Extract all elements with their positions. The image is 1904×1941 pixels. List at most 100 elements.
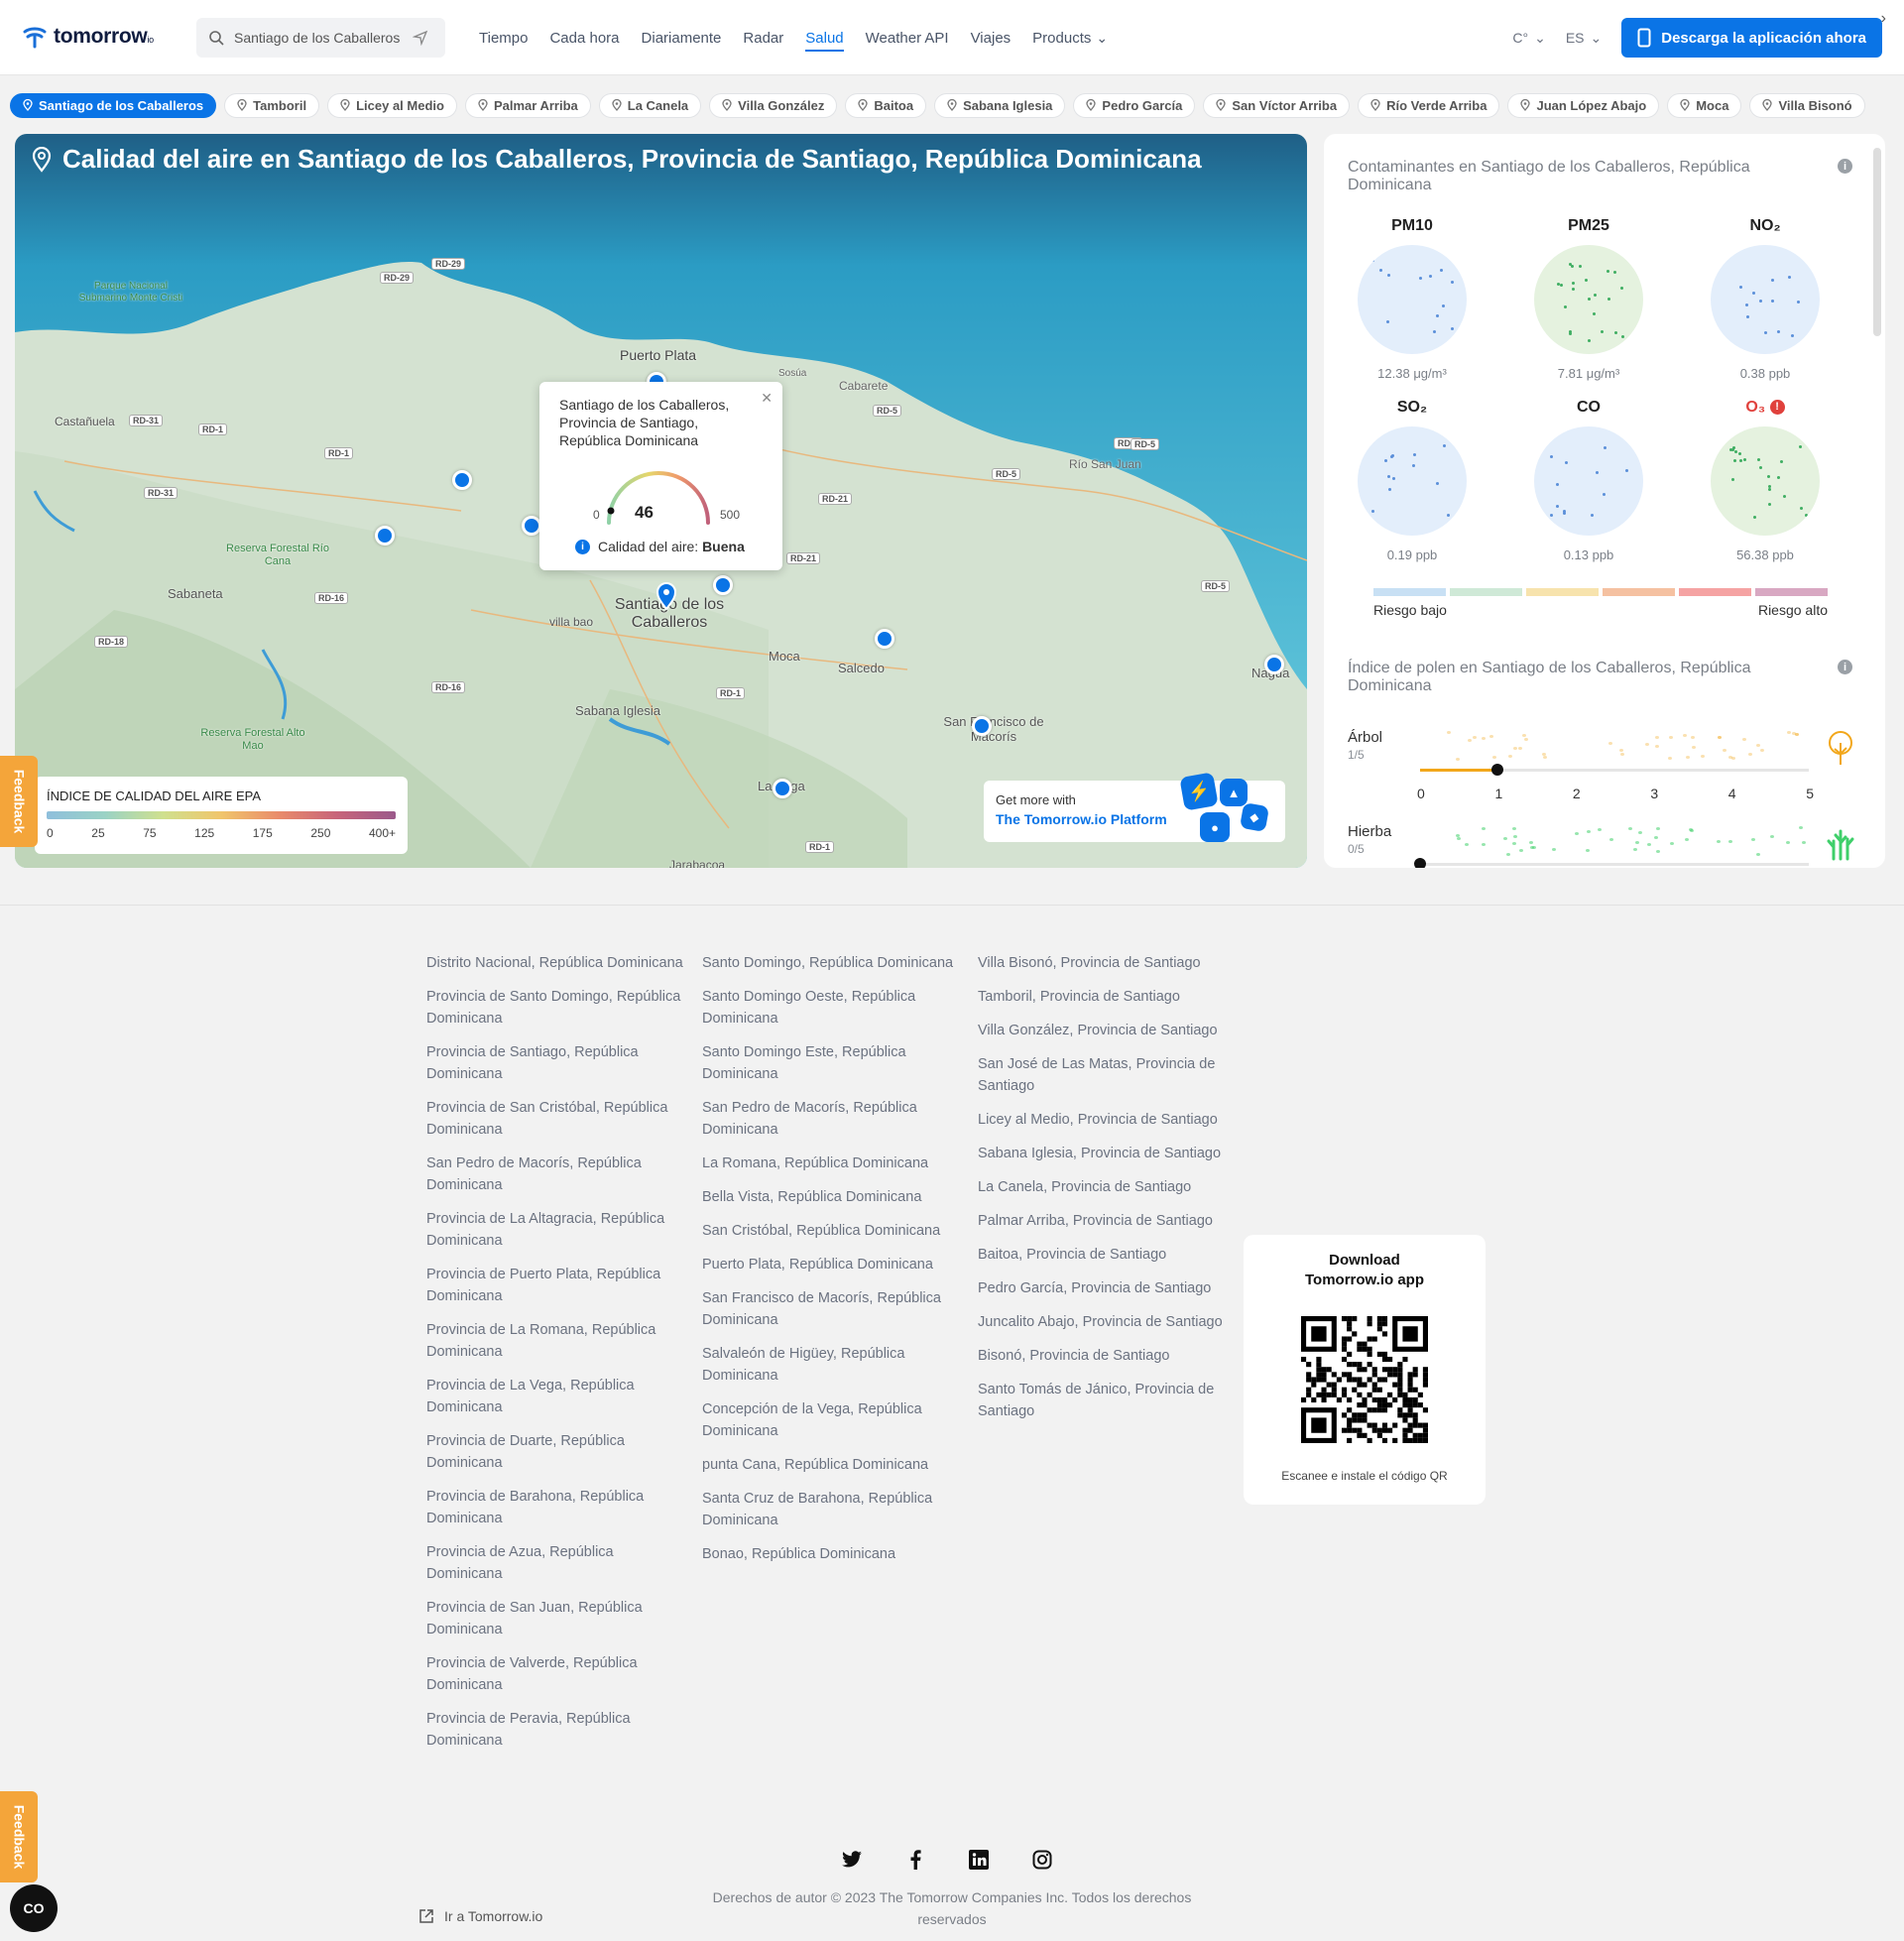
footer-location-link[interactable]: Puerto Plata, República Dominicana <box>702 1254 960 1275</box>
platform-promo[interactable]: Get more with The Tomorrow.io Platform ⚡… <box>984 772 1285 842</box>
selected-location-pin-icon[interactable] <box>655 582 677 615</box>
twitter-icon[interactable] <box>841 1849 863 1871</box>
nav-salud[interactable]: Salud <box>794 0 854 75</box>
goto-tomorrow-link[interactable]: Ir a Tomorrow.io <box>418 1908 542 1924</box>
close-icon[interactable]: ✕ <box>761 390 773 407</box>
footer-location-link[interactable]: Provincia de Santo Domingo, República Do… <box>426 986 684 1030</box>
location-chip[interactable]: Sabana Iglesia <box>934 92 1066 118</box>
footer-location-link[interactable]: Villa González, Provincia de Santiago <box>978 1020 1236 1041</box>
nav-viajes[interactable]: Viajes <box>960 0 1022 75</box>
air-quality-map[interactable]: Calidad del aire en Santiago de los Caba… <box>15 134 1307 868</box>
footer-location-link[interactable]: San José de Las Matas, Provincia de Sant… <box>978 1053 1236 1097</box>
footer-location-link[interactable]: San Pedro de Macorís, República Dominica… <box>702 1097 960 1141</box>
footer-location-link[interactable]: Sabana Iglesia, Provincia de Santiago <box>978 1143 1236 1164</box>
road-label: RD-16 <box>431 681 466 693</box>
footer-location-link[interactable]: Santo Domingo Este, República Dominicana <box>702 1041 960 1085</box>
chevron-right-icon[interactable]: › <box>1881 10 1886 28</box>
footer-location-link[interactable]: Provincia de La Vega, República Dominica… <box>426 1375 684 1418</box>
language-select[interactable]: ES ⌄ <box>1566 30 1602 47</box>
location-chip[interactable]: Baitoa <box>845 92 927 118</box>
footer-location-link[interactable]: Palmar Arriba, Provincia de Santiago <box>978 1210 1236 1232</box>
footer-location-link[interactable]: Provincia de Duarte, República Dominican… <box>426 1430 684 1474</box>
footer-location-link[interactable]: Provincia de Barahona, República Dominic… <box>426 1486 684 1529</box>
footer-location-link[interactable]: Bonao, República Dominicana <box>702 1543 960 1565</box>
location-chip[interactable]: Río Verde Arriba <box>1358 92 1500 118</box>
promo-link[interactable]: The Tomorrow.io Platform <box>996 811 1273 827</box>
footer-location-link[interactable]: San Francisco de Macorís, República Domi… <box>702 1287 960 1331</box>
linkedin-icon[interactable] <box>968 1849 990 1871</box>
footer-location-link[interactable]: Santo Domingo, República Dominicana <box>702 952 960 974</box>
legend-tick: 125 <box>194 826 215 840</box>
footer-location-link[interactable]: Santo Domingo Oeste, República Dominican… <box>702 986 960 1030</box>
location-chip[interactable]: Tamboril <box>224 92 320 118</box>
info-icon[interactable]: i <box>1838 159 1852 174</box>
unit-select[interactable]: C° ⌄ <box>1512 30 1545 47</box>
footer-location-link[interactable]: Santa Cruz de Barahona, República Domini… <box>702 1488 960 1531</box>
particle-dot <box>1624 469 1628 473</box>
logo[interactable]: tomorrowio <box>22 24 154 50</box>
info-icon[interactable]: i <box>1838 660 1852 674</box>
footer-location-link[interactable]: Provincia de Puerto Plata, República Dom… <box>426 1264 684 1307</box>
station-marker[interactable] <box>875 629 894 649</box>
nav-products[interactable]: Products <box>1021 0 1102 75</box>
feedback-tab[interactable]: Feedback <box>0 1791 38 1882</box>
footer-location-link[interactable]: Juncalito Abajo, Provincia de Santiago <box>978 1311 1236 1333</box>
feedback-tab[interactable]: Feedback <box>0 756 38 847</box>
footer-location-link[interactable]: Provincia de Azua, República Dominicana <box>426 1541 684 1585</box>
location-chip[interactable]: Licey al Medio <box>327 92 457 118</box>
download-app-button[interactable]: Descarga la aplicación ahora <box>1621 18 1882 58</box>
footer-location-link[interactable]: Licey al Medio, Provincia de Santiago <box>978 1109 1236 1131</box>
nav-diariamente[interactable]: Diariamente <box>631 0 733 75</box>
footer-location-link[interactable]: Salvaleón de Higüey, República Dominican… <box>702 1343 960 1387</box>
location-chip[interactable]: Palmar Arriba <box>464 92 591 118</box>
location-chip[interactable]: Moca <box>1667 92 1742 118</box>
station-marker[interactable] <box>452 470 472 490</box>
footer-location-link[interactable]: Provincia de Santiago, República Dominic… <box>426 1041 684 1085</box>
footer-location-link[interactable]: La Romana, República Dominicana <box>702 1152 960 1174</box>
station-marker[interactable] <box>522 516 541 536</box>
nav-weather-api[interactable]: Weather API <box>855 0 960 75</box>
cookie-settings-button[interactable]: CO <box>10 1884 58 1932</box>
footer-location-link[interactable]: San Pedro de Macorís, República Dominica… <box>426 1152 684 1196</box>
location-chip[interactable]: Villa Bisonó <box>1749 92 1865 118</box>
station-marker[interactable] <box>713 575 733 595</box>
footer-location-link[interactable]: Pedro García, Provincia de Santiago <box>978 1277 1236 1299</box>
nav-cada-hora[interactable]: Cada hora <box>538 0 630 75</box>
location-chip[interactable]: Juan López Abajo <box>1507 92 1660 118</box>
footer-location-link[interactable]: Concepción de la Vega, República Dominic… <box>702 1398 960 1442</box>
footer-location-link[interactable]: Bella Vista, República Dominicana <box>702 1186 960 1208</box>
locate-icon[interactable] <box>413 30 428 46</box>
footer-location-link[interactable]: Provincia de Valverde, República Dominic… <box>426 1652 684 1696</box>
location-chip[interactable]: San Víctor Arriba <box>1203 92 1351 118</box>
facebook-icon[interactable] <box>904 1849 926 1871</box>
footer-location-link[interactable]: Provincia de Peravia, República Dominica… <box>426 1708 684 1752</box>
footer-location-link[interactable]: Provincia de La Altagracia, República Do… <box>426 1208 684 1252</box>
footer-location-link[interactable]: Tamboril, Provincia de Santiago <box>978 986 1236 1008</box>
station-marker[interactable] <box>375 526 395 546</box>
footer-location-link[interactable]: Provincia de La Romana, República Domini… <box>426 1319 684 1363</box>
station-marker[interactable] <box>1264 655 1284 674</box>
search-box[interactable] <box>196 18 445 58</box>
nav-radar[interactable]: Radar <box>732 0 794 75</box>
footer-location-link[interactable]: punta Cana, República Dominicana <box>702 1454 960 1476</box>
location-chip[interactable]: Villa González <box>709 92 838 118</box>
search-input[interactable] <box>234 30 403 46</box>
instagram-icon[interactable] <box>1031 1849 1053 1871</box>
station-marker[interactable] <box>773 779 792 798</box>
footer-location-link[interactable]: La Canela, Provincia de Santiago <box>978 1176 1236 1198</box>
location-chip[interactable]: Santiago de los Caballeros <box>10 92 217 118</box>
footer-location-link[interactable]: San Cristóbal, República Dominicana <box>702 1220 960 1242</box>
panel-scrollbar[interactable] <box>1873 148 1881 336</box>
location-chip[interactable]: Pedro García <box>1073 92 1196 118</box>
qr-code[interactable] <box>1301 1316 1428 1443</box>
nav-tiempo[interactable]: Tiempo <box>468 0 538 75</box>
footer-location-link[interactable]: Provincia de San Juan, República Dominic… <box>426 1597 684 1640</box>
footer-location-link[interactable]: Distrito Nacional, República Dominicana <box>426 952 684 974</box>
footer-location-link[interactable]: Santo Tomás de Jánico, Provincia de Sant… <box>978 1379 1236 1422</box>
footer-location-link[interactable]: Provincia de San Cristóbal, República Do… <box>426 1097 684 1141</box>
footer-location-link[interactable]: Baitoa, Provincia de Santiago <box>978 1244 1236 1266</box>
location-chip[interactable]: La Canela <box>598 92 702 118</box>
footer-location-link[interactable]: Bisonó, Provincia de Santiago <box>978 1345 1236 1367</box>
station-marker[interactable] <box>972 716 992 736</box>
footer-location-link[interactable]: Villa Bisonó, Provincia de Santiago <box>978 952 1236 974</box>
